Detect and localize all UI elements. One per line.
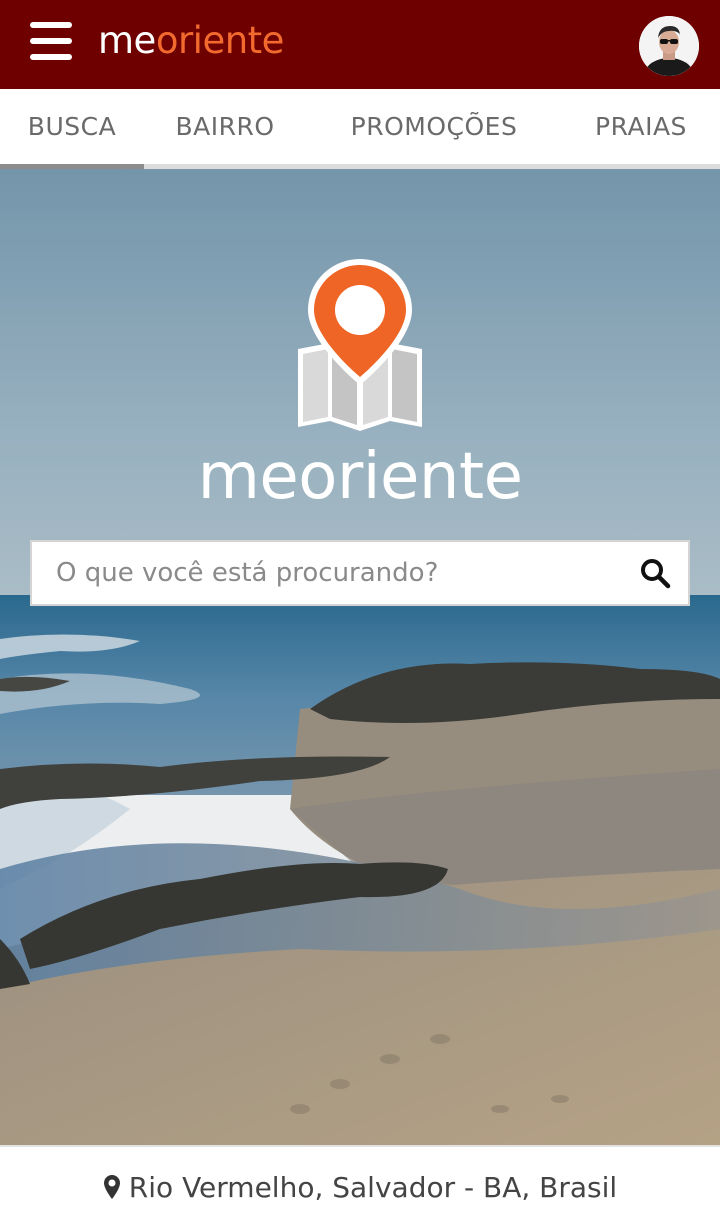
brand-logo: meoriente	[98, 18, 284, 64]
hero-logo-text: meoriente	[197, 440, 523, 514]
map-pin-icon	[103, 1174, 121, 1200]
hamburger-menu-icon[interactable]	[26, 20, 76, 64]
map-pin-logo-icon	[298, 259, 422, 431]
hero-section: meoriente	[0, 169, 720, 1145]
search-bar	[30, 540, 690, 606]
search-input[interactable]	[32, 542, 638, 604]
user-avatar[interactable]	[639, 16, 699, 76]
brand-oriente-text: oriente	[155, 19, 285, 62]
tab-praias[interactable]: PRAIAS	[576, 89, 706, 164]
tab-bar: BUSCA BAIRRO PROMOÇÕES PRAIAS	[0, 89, 720, 169]
tab-promocoes[interactable]: PROMOÇÕES	[330, 89, 538, 164]
current-location-bar[interactable]: Rio Vermelho, Salvador - BA, Brasil	[0, 1145, 720, 1227]
search-icon[interactable]	[638, 556, 672, 590]
tab-bairro[interactable]: BAIRRO	[150, 89, 300, 164]
app-header: meoriente	[0, 0, 720, 89]
tab-busca[interactable]: BUSCA	[0, 89, 144, 164]
brand-me-text: me	[98, 19, 156, 62]
location-text: Rio Vermelho, Salvador - BA, Brasil	[128, 1170, 618, 1204]
app-root: meoriente BUSCA BAIRRO PROMOÇÕES PRAIAS	[0, 0, 720, 1227]
